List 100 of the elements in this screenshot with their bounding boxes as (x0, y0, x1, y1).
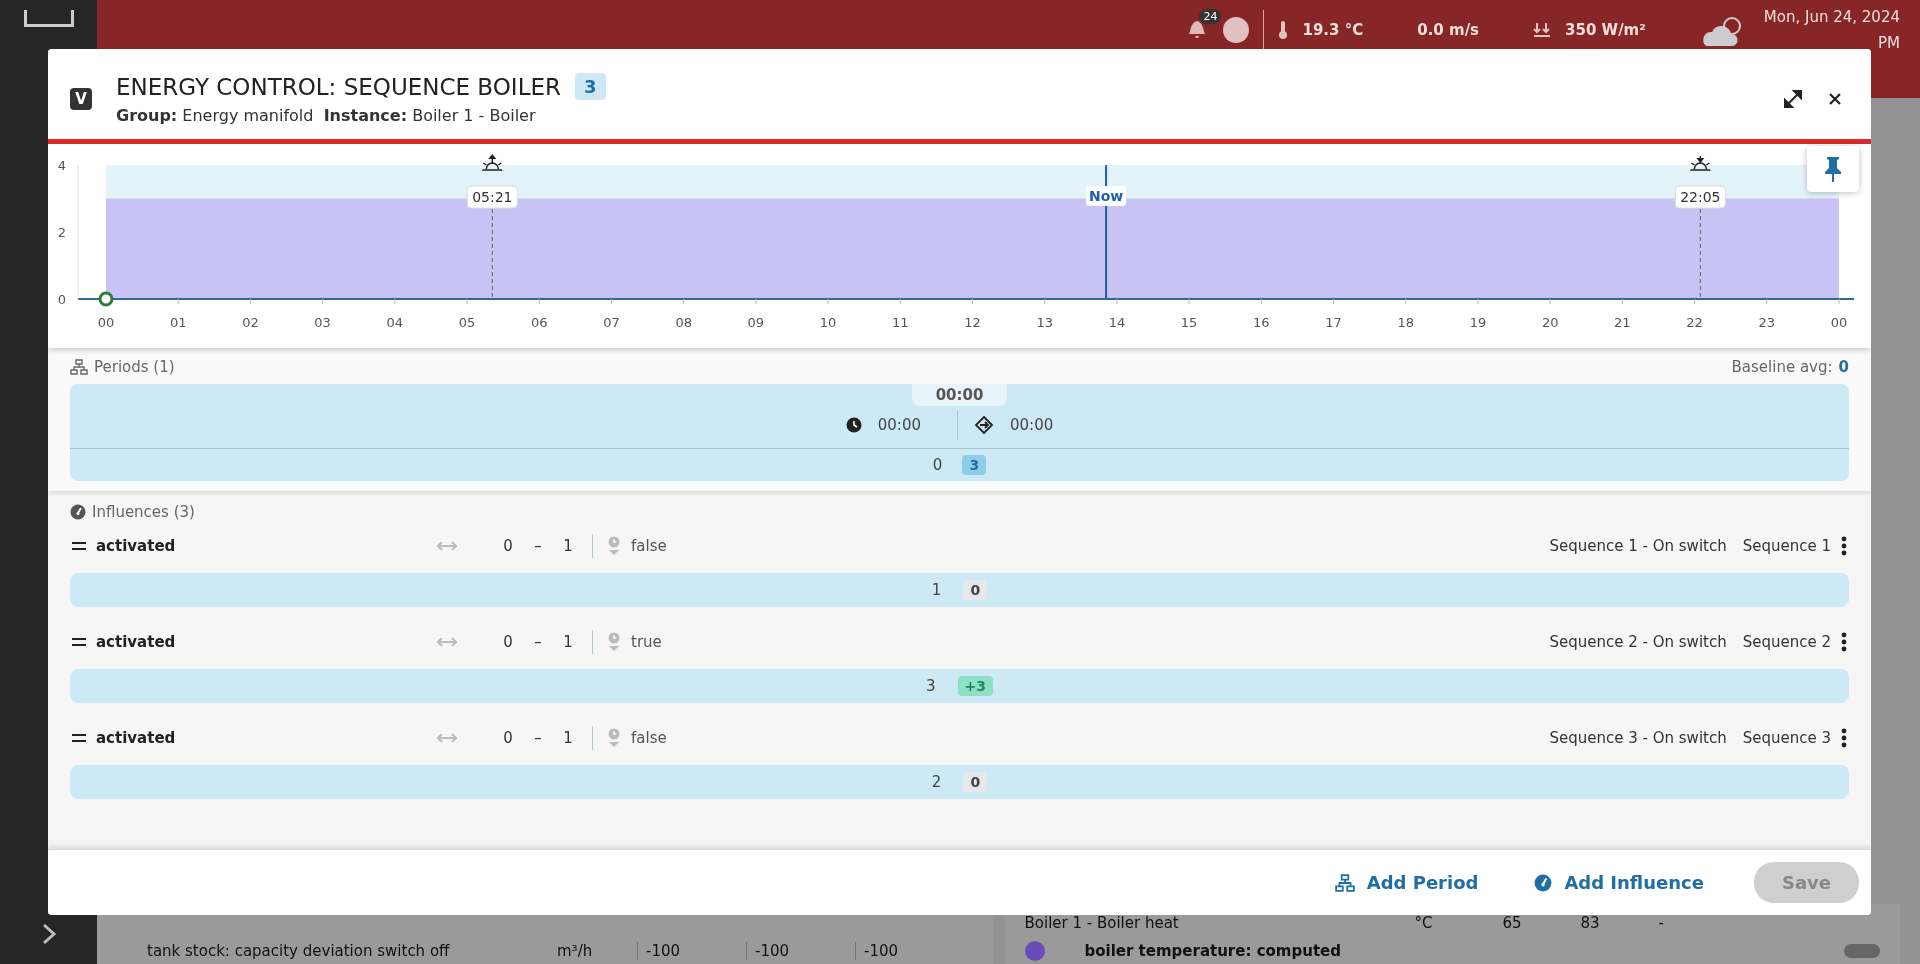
influence-value: true (631, 633, 662, 651)
influence-name: activated (96, 729, 177, 747)
axis-label: 13 (1036, 315, 1053, 330)
add-influence-button[interactable]: Add Influence (1528, 871, 1710, 894)
radiation-value: 350 W/m² (1565, 21, 1646, 39)
influence-source: Sequence 3 - On switch (1549, 729, 1727, 747)
clock-icon (845, 417, 862, 433)
more-icon[interactable] (1841, 632, 1847, 652)
axis-label: 2 (57, 225, 67, 240)
row-label: Boiler 1 - Boiler heat (1024, 914, 1180, 932)
table-cell: -100 (855, 942, 954, 960)
axis-label: 05 (458, 315, 476, 330)
axis-label: 09 (747, 315, 765, 330)
start-marker (98, 291, 114, 307)
toggle-switch[interactable] (1844, 944, 1880, 958)
axis-label: 0 (57, 292, 67, 307)
axis-label: 02 (242, 315, 259, 330)
drag-handle-icon[interactable] (72, 542, 86, 550)
period-card[interactable]: 00:00 00:00 00:00 0 3 (70, 384, 1849, 481)
axis-label: 04 (386, 315, 404, 330)
expand-icon[interactable] (1783, 89, 1803, 109)
now-label: Now (1088, 188, 1124, 204)
drag-handle-icon[interactable] (72, 734, 86, 742)
axis-label: 17 (1325, 315, 1342, 330)
range-arrow-icon (436, 636, 458, 648)
more-icon[interactable] (1841, 728, 1847, 748)
axis-label: 00 (1830, 315, 1848, 330)
notification-count: 24 (1199, 9, 1222, 24)
range-from: 0 (502, 633, 514, 651)
section-label: Periods (1) (94, 358, 175, 376)
range-to: 1 (562, 537, 574, 555)
axis-label: 00 (97, 315, 115, 330)
sunrise-icon (481, 154, 504, 171)
table-cell: -100 (746, 942, 845, 960)
axis-label: 11 (892, 315, 909, 330)
radiation-icon (1533, 22, 1552, 38)
dialog-title: ENERGY CONTROL: SEQUENCE BOILER (116, 73, 561, 100)
duration-time: 00:00 (1010, 416, 1054, 434)
influence-delta: 0 (963, 772, 988, 792)
range-from: 0 (502, 537, 514, 555)
count-badge: 3 (574, 73, 606, 100)
time-text: PM (1878, 34, 1900, 52)
range-arrow-icon (436, 732, 458, 744)
start-time: 00:00 (877, 416, 921, 434)
influence-amount: 2 (931, 773, 942, 791)
network-icon (1334, 873, 1355, 892)
influence-amount: 1 (931, 581, 942, 599)
row-label: boiler temperature: computed (1083, 942, 1342, 960)
wind-value: 0.0 m/s (1417, 21, 1480, 39)
thermometer-icon (1278, 20, 1289, 40)
range-dash: – (533, 729, 543, 747)
period-delta: 3 (962, 455, 987, 475)
influence-amount: 3 (926, 677, 936, 695)
logo-icon (23, 10, 74, 27)
table-cell-text: 65 (1501, 914, 1523, 932)
range-arrow-icon (436, 540, 458, 552)
add-period-button[interactable]: Add Period (1328, 871, 1485, 894)
time-label: 22:05 (1680, 189, 1721, 205)
row-label: tank stock: capacity deviation switch off (146, 942, 451, 960)
influence-name: activated (96, 633, 177, 651)
dialog-subtitle: Group: Energy manifold Instance: Boiler 1 - Boiler (116, 106, 537, 125)
network-icon (70, 359, 88, 375)
temperature-value: 19.3 °C (1302, 21, 1364, 39)
influence-delta: 0 (963, 580, 988, 600)
range-to: 1 (562, 633, 574, 651)
more-icon[interactable] (1841, 536, 1847, 556)
influence-value: false (631, 729, 667, 747)
close-icon[interactable] (1827, 91, 1843, 107)
axis-label: 06 (531, 315, 548, 330)
axis-label: 07 (603, 315, 620, 330)
axis-label: 23 (1758, 315, 1776, 330)
axis-label: 18 (1397, 315, 1414, 330)
row-unit: °C (1414, 914, 1434, 932)
axis-label: 4 (57, 158, 67, 173)
axis-label: 15 (1180, 315, 1198, 330)
range-to: 1 (562, 729, 574, 747)
sunset-icon (1689, 155, 1712, 171)
influence-value: false (631, 537, 667, 555)
axis-label: 19 (1469, 315, 1487, 330)
influence-name: activated (96, 537, 177, 555)
axis-label: 03 (314, 315, 331, 330)
date-text: Mon, Jun 24, 2024 (1763, 8, 1900, 26)
diamond-arrow-icon (974, 415, 994, 435)
axis-label: 20 (1541, 315, 1559, 330)
range-dash: – (533, 633, 543, 651)
pin-button[interactable] (1807, 146, 1859, 192)
type-badge: V (70, 88, 92, 110)
time-label: 05:21 (472, 189, 513, 205)
period-amount: 0 (932, 456, 943, 474)
influence-target: Sequence 1 (1742, 537, 1831, 555)
drag-handle-icon[interactable] (72, 638, 86, 646)
influence-target: Sequence 2 (1742, 633, 1831, 651)
axis-label: 14 (1108, 315, 1126, 330)
period-tab[interactable]: 00:00 (911, 384, 1008, 406)
range-dash: – (533, 537, 543, 555)
timer-icon (607, 728, 621, 748)
axis-label: 01 (169, 315, 187, 330)
table-cell-text: 83 (1579, 914, 1601, 932)
axis-label: 08 (675, 315, 692, 330)
section-label: Influences (3) (92, 503, 195, 521)
